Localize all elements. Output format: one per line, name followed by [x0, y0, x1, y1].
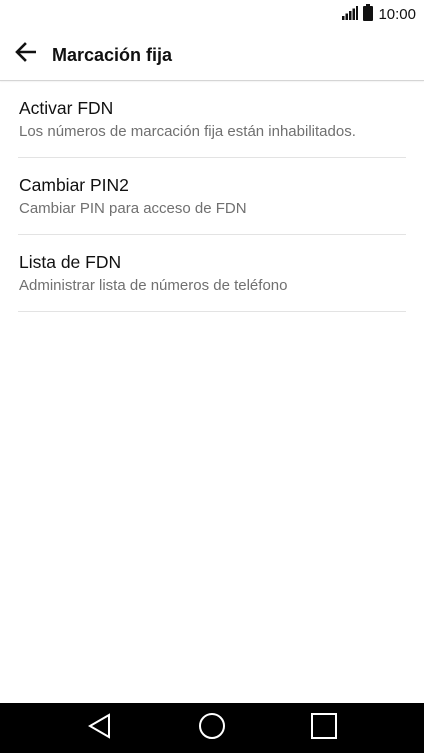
back-button[interactable]	[8, 36, 44, 72]
list-item-title: Activar FDN	[19, 98, 114, 118]
status-time: 10:00	[378, 6, 416, 23]
back-arrow-icon	[15, 41, 37, 67]
battery-icon	[363, 4, 374, 26]
list-item-subtitle: Administrar lista de números de teléfono	[19, 277, 288, 294]
nav-back-icon	[87, 712, 113, 744]
navigation-bar	[0, 703, 424, 753]
page-title: Marcación fija	[52, 45, 173, 65]
app-bar: Marcación fija	[0, 30, 424, 81]
list-item-cambiar-pin2[interactable]: Cambiar PIN2 Cambiar PIN para acceso de …	[18, 158, 406, 235]
list-item-title: Lista de FDN	[19, 252, 122, 272]
nav-back-button[interactable]	[80, 708, 120, 748]
list-item-lista-fdn[interactable]: Lista de FDN Administrar lista de número…	[18, 235, 406, 312]
status-bar: 10:00	[0, 0, 424, 30]
nav-home-button[interactable]	[192, 708, 232, 748]
list-item-title: Cambiar PIN2	[19, 175, 129, 195]
list-item-activar-fdn[interactable]: Activar FDN Los números de marcación fij…	[18, 81, 406, 158]
settings-list: Activar FDN Los números de marcación fij…	[0, 81, 424, 312]
list-item-subtitle: Los números de marcación fija están inha…	[19, 123, 356, 140]
nav-home-icon	[198, 712, 226, 745]
status-icons: 10:00	[342, 4, 416, 26]
nav-recents-button[interactable]	[304, 708, 344, 748]
list-item-subtitle: Cambiar PIN para acceso de FDN	[19, 200, 247, 217]
signal-icon	[342, 5, 359, 25]
nav-recents-icon	[311, 712, 337, 744]
screen: 10:00 Marcación fija Activar FDN Los núm…	[0, 0, 424, 753]
